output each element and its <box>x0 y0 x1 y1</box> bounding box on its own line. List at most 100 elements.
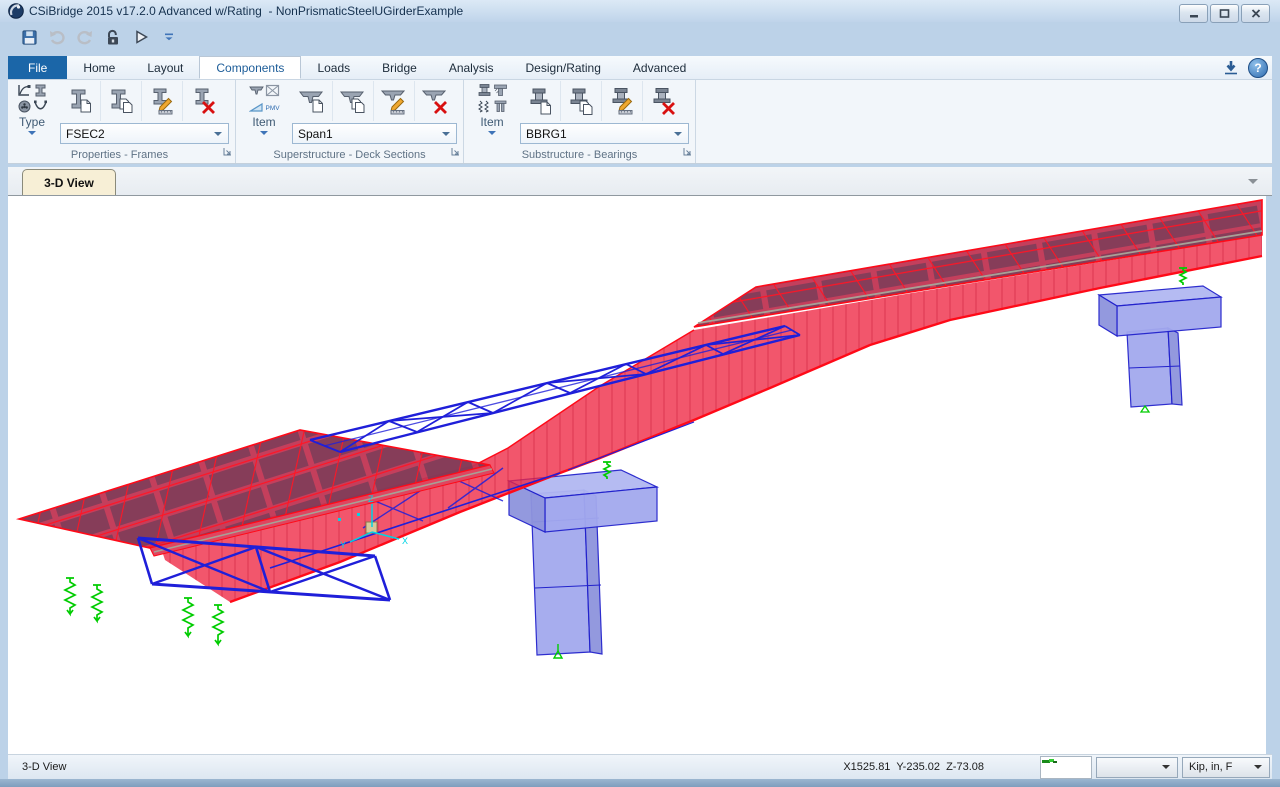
deck-item-label: Item <box>252 115 275 129</box>
frame-delete-icon <box>189 87 217 115</box>
deck-modify-button[interactable] <box>374 81 415 121</box>
bearing-modify-button[interactable] <box>602 81 643 121</box>
frame-section-value: FSEC2 <box>61 127 214 141</box>
maximize-button[interactable] <box>1210 4 1239 23</box>
undo-icon <box>48 29 66 45</box>
ramp-icon <box>249 99 264 114</box>
frame-copy-icon <box>107 87 135 115</box>
strand-icon <box>17 99 32 114</box>
bearing-delete-icon <box>649 87 677 115</box>
bridge-3d-model: Z X Y <box>8 196 1266 754</box>
help-glyph: ? <box>1254 61 1261 75</box>
model-viewport[interactable]: Z X Y <box>8 196 1266 754</box>
status-model-thumbnail <box>1040 756 1092 779</box>
download-icon[interactable] <box>1222 59 1240 77</box>
save-icon <box>21 29 38 46</box>
run-analysis-button[interactable] <box>130 26 152 48</box>
chevron-down-icon <box>442 132 450 136</box>
tab-home[interactable]: Home <box>67 56 131 79</box>
bearing-item-button[interactable]: Item <box>464 80 520 146</box>
window-title: CSiBridge 2015 v17.2.0 Advanced w/Rating… <box>29 4 463 18</box>
frame-type-label: Type <box>19 115 45 129</box>
deck-copy-button[interactable] <box>333 81 374 121</box>
close-button[interactable] <box>1241 4 1270 23</box>
view-list-dropdown-icon[interactable] <box>1248 179 1258 184</box>
window-right-border <box>1272 22 1280 779</box>
title-bar[interactable]: CSiBridge 2015 v17.2.0 Advanced w/Rating… <box>0 0 1280 22</box>
deck-delete-button[interactable] <box>415 81 455 121</box>
bearing-new-icon <box>526 87 554 115</box>
units-value: Kip, in, F <box>1183 761 1247 773</box>
tab-layout[interactable]: Layout <box>131 56 199 79</box>
bearing-delete-button[interactable] <box>643 81 683 121</box>
units-dropdown[interactable]: Kip, in, F <box>1182 757 1270 778</box>
deck-new-icon <box>298 87 326 115</box>
run-icon <box>134 29 149 45</box>
tab-design-rating[interactable]: Design/Rating <box>510 56 617 79</box>
frame-modify-button[interactable] <box>142 81 183 121</box>
view-tab-strip: 3-D View <box>8 167 1272 196</box>
close-icon <box>1251 9 1261 18</box>
deck-copy-icon <box>339 87 367 115</box>
tab-bridge[interactable]: Bridge <box>366 56 433 79</box>
help-button[interactable]: ? <box>1248 58 1268 78</box>
chevron-down-icon <box>488 131 496 135</box>
frame-new-button[interactable] <box>60 81 101 121</box>
springs-icon <box>477 99 492 114</box>
frame-type-button[interactable]: Type <box>4 80 60 146</box>
bearing-modify-icon <box>608 87 636 115</box>
tab-components[interactable]: Components <box>199 56 301 79</box>
bearing-combobox[interactable]: BBRG1 <box>520 123 689 144</box>
status-dropdown[interactable] <box>1096 757 1178 778</box>
quick-access-toolbar <box>18 24 180 50</box>
group-properties-frames: Type <box>4 80 236 163</box>
frames-dialog-launcher[interactable] <box>223 143 232 161</box>
deck-span-combobox[interactable]: Span1 <box>292 123 457 144</box>
cable-icon <box>33 99 48 114</box>
tab-advanced[interactable]: Advanced <box>617 56 702 79</box>
chevron-down-icon <box>214 132 222 136</box>
deck-modify-icon <box>380 87 408 115</box>
group-superstructure-deck-sections: PMV Item <box>236 80 464 163</box>
column-icon <box>493 99 508 114</box>
bearings-dialog-launcher[interactable] <box>683 143 692 161</box>
tab-file[interactable]: File <box>8 56 67 79</box>
redo-icon <box>76 29 94 45</box>
deck-dialog-launcher[interactable] <box>451 143 460 161</box>
undo-button[interactable] <box>46 26 68 48</box>
frame-copy-button[interactable] <box>101 81 142 121</box>
svg-text:Z: Z <box>368 494 374 504</box>
minimize-button[interactable] <box>1179 4 1208 23</box>
bearing-copy-button[interactable] <box>561 81 602 121</box>
tab-loads[interactable]: Loads <box>301 56 366 79</box>
bearing-item-label: Item <box>480 115 503 129</box>
unlock-icon <box>105 29 121 46</box>
csibridge-logo-icon <box>8 3 24 19</box>
view-tab-label: 3-D View <box>44 176 94 190</box>
chevron-down-icon <box>674 132 682 136</box>
curve-icon <box>17 83 32 98</box>
group-label-superstructure: Superstructure - Deck Sections <box>273 149 425 161</box>
bearing-value: BBRG1 <box>521 127 674 141</box>
pier-1 <box>509 470 657 658</box>
customize-toolbar-button[interactable] <box>158 26 180 48</box>
save-button[interactable] <box>18 26 40 48</box>
ribbon-tab-bar: File Home Layout Components Loads Bridge… <box>4 56 1276 80</box>
svg-text:Y: Y <box>340 540 346 550</box>
tab-analysis[interactable]: Analysis <box>433 56 510 79</box>
redo-button[interactable] <box>74 26 96 48</box>
frame-delete-button[interactable] <box>183 81 223 121</box>
deck-new-button[interactable] <box>292 81 333 121</box>
frame-section-combobox[interactable]: FSEC2 <box>60 123 229 144</box>
mini-model-icon <box>1041 757 1063 767</box>
frame-modify-icon <box>148 87 176 115</box>
view-tab-3d[interactable]: 3-D View <box>22 169 116 195</box>
bearing-new-button[interactable] <box>520 81 561 121</box>
window-bottom-border <box>0 779 1280 787</box>
lock-model-button[interactable] <box>102 26 124 48</box>
minimize-icon <box>1189 9 1199 18</box>
pier-cap-icon <box>493 83 508 98</box>
chevron-down-icon <box>260 131 268 135</box>
deck-item-button[interactable]: PMV Item <box>236 80 292 146</box>
frame-new-icon <box>66 87 94 115</box>
